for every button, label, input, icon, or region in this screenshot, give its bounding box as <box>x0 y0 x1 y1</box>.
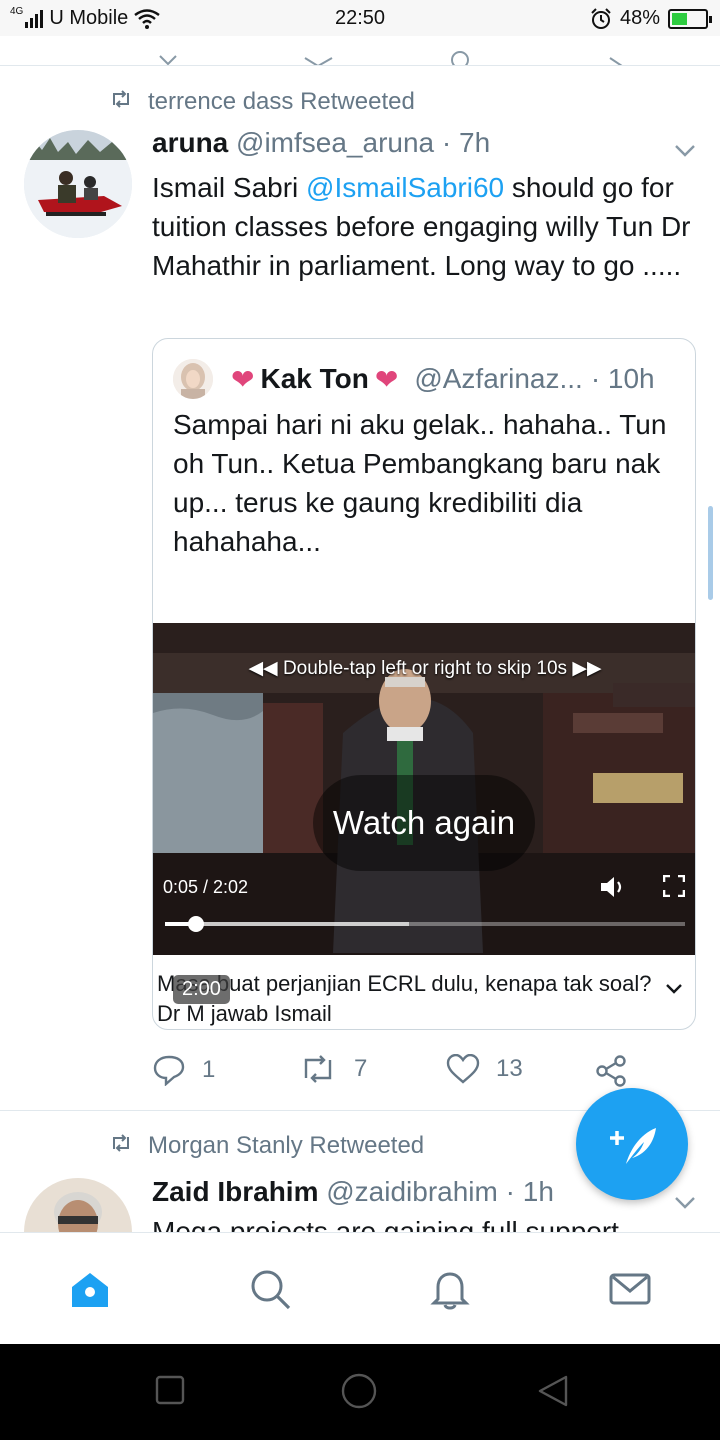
skip-hint-text: Double-tap left or right to skip 10s <box>282 658 568 679</box>
author-name[interactable]: aruna <box>152 127 228 158</box>
skip-hint: ◀◀ Double-tap left or right to skip 10s … <box>153 657 695 680</box>
reply-button[interactable]: 1 <box>152 1054 215 1086</box>
notifications-icon <box>430 1272 470 1310</box>
compose-tweet-button[interactable] <box>576 1088 688 1200</box>
heart-emoji-right: ❤ <box>374 363 399 395</box>
share-icon <box>596 1055 626 1087</box>
status-right: 48% <box>590 7 712 30</box>
nav-search[interactable] <box>248 1267 292 1311</box>
retweet-icon <box>108 88 134 116</box>
quoted-tweet-text: Sampai hari ni aku gelak.. hahaha.. Tun … <box>173 409 667 557</box>
retweet-count: 7 <box>354 1055 368 1082</box>
like-button[interactable]: 13 <box>446 1054 523 1084</box>
previous-tweet-icons <box>159 51 623 65</box>
retweeted-by-label-2: Morgan Stanly Retweeted <box>148 1132 425 1159</box>
retweet-context[interactable]: terrence dass Retweeted <box>108 88 415 116</box>
retweet-button[interactable]: 7 <box>298 1054 367 1084</box>
video-player[interactable]: ◀◀ Double-tap left or right to skip 10s … <box>153 623 695 955</box>
fullscreen-icon[interactable] <box>662 874 686 898</box>
search-icon <box>251 1270 291 1310</box>
video-caption: Masa buat perjanjian ECRL dulu, kenapa t… <box>157 971 652 1026</box>
caption-expand-chevron-icon[interactable] <box>665 975 683 1001</box>
battery-icon <box>668 8 712 29</box>
status-bar: 4G U Mobile 22:50 48% <box>0 0 720 36</box>
tweet-text: Ismail Sabri @IsmailSabri60 should go fo… <box>152 168 697 285</box>
bottom-navigation <box>0 1232 720 1344</box>
avatar-image <box>24 130 132 238</box>
nav-messages[interactable] <box>608 1267 652 1311</box>
tweet-header-2: Zaid Ibrahim @zaidibrahim · 1h <box>152 1176 554 1208</box>
quoted-tweet-age: · 10h <box>590 363 655 394</box>
heart-emoji-left: ❤ <box>231 363 255 395</box>
tweet-text-start: Ismail Sabri <box>152 172 307 203</box>
back-button[interactable] <box>536 1374 570 1413</box>
volume-icon[interactable] <box>599 875 627 906</box>
messages-icon <box>609 1273 651 1305</box>
compose-tweet-icon <box>610 1128 656 1164</box>
video-progress-bar[interactable] <box>165 916 685 932</box>
quoted-avatar <box>173 359 213 399</box>
nav-notifications[interactable] <box>428 1267 472 1311</box>
reply-icon <box>153 1055 185 1086</box>
battery-percent: 48% <box>619 7 660 29</box>
previous-tweet-actions <box>0 36 720 66</box>
rewind-icon: ◀◀ <box>248 658 278 679</box>
quoted-avatar-image <box>173 359 213 399</box>
quoted-tweet-card[interactable]: ❤ Kak Ton ❤ @Azfarinaz... · 10h Sampai h… <box>152 338 696 1030</box>
quoted-tweet-header: ❤ Kak Ton ❤ @Azfarinaz... · 10h <box>173 359 655 399</box>
retweeted-by-label: terrence dass Retweeted <box>148 88 415 115</box>
video-time: 0:05 / 2:02 <box>163 877 249 897</box>
video-duration-badge: 2:00 <box>173 975 230 1004</box>
author-name-2[interactable]: Zaid Ibrahim <box>152 1176 318 1207</box>
nav-home[interactable] <box>68 1267 112 1311</box>
home-circle-icon <box>341 1373 377 1409</box>
quoted-author-handle: @Azfarinaz... <box>414 363 583 394</box>
reply-count: 1 <box>202 1056 216 1083</box>
quoted-author-name: Kak Ton <box>260 363 369 394</box>
retweet-context-2[interactable]: Morgan Stanly Retweeted <box>108 1132 424 1160</box>
retweet-icon <box>108 1132 134 1160</box>
watch-again-button[interactable]: Watch again <box>313 775 535 871</box>
tweet-age-2: · 1h <box>505 1176 554 1207</box>
author-handle-2[interactable]: @zaidibrahim <box>326 1176 498 1207</box>
recent-apps-icon <box>155 1375 185 1405</box>
avatar[interactable] <box>24 130 132 238</box>
system-navigation-bar <box>0 1344 720 1440</box>
back-triangle-icon <box>538 1375 568 1407</box>
tweet-menu-chevron-icon[interactable] <box>674 134 696 165</box>
recent-apps-button[interactable] <box>154 1374 186 1411</box>
like-count: 13 <box>496 1055 523 1082</box>
tweet-age: · 7h <box>441 127 491 158</box>
retweet-action-icon <box>304 1055 332 1083</box>
home-icon <box>72 1273 108 1307</box>
author-handle[interactable]: @imfsea_aruna <box>236 127 434 158</box>
mention-link[interactable]: @IsmailSabri60 <box>306 172 504 203</box>
tweet-text-2: Mega projects are gaining full support <box>152 1216 619 1232</box>
alarm-icon <box>591 7 611 29</box>
tweet-header: aruna @imfsea_aruna · 7h <box>152 127 490 159</box>
tweet-actions: 1 7 13 <box>152 1048 652 1092</box>
heart-icon <box>446 1054 480 1084</box>
scroll-indicator <box>708 506 713 600</box>
home-system-button[interactable] <box>340 1372 378 1415</box>
fast-forward-icon: ▶▶ <box>572 658 602 679</box>
share-button[interactable] <box>594 1054 628 1088</box>
